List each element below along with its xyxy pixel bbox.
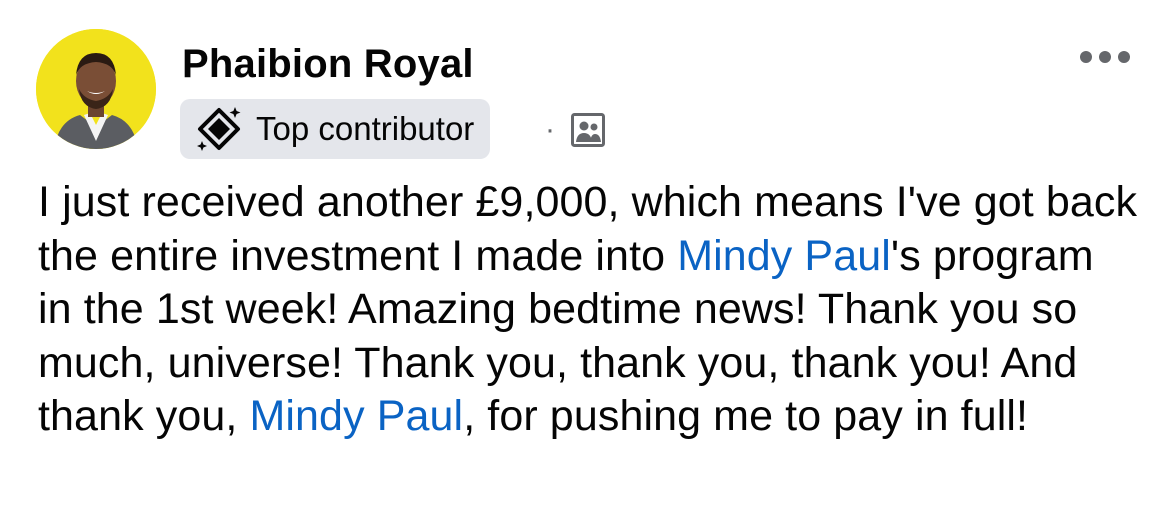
mention-link[interactable]: Mindy Paul: [677, 232, 891, 280]
mention-link[interactable]: Mindy Paul: [249, 392, 463, 440]
diamond-sparkle-icon: [194, 104, 244, 154]
avatar-photo: [36, 29, 156, 149]
group-icon[interactable]: [570, 112, 606, 148]
post-text-segment: , for pushing me to pay in full!: [463, 392, 1029, 440]
avatar[interactable]: [36, 29, 156, 149]
separator-dot: ·: [545, 113, 555, 146]
more-horizontal-icon: [1080, 51, 1092, 63]
more-options-button[interactable]: [1080, 42, 1130, 72]
author-name[interactable]: Phaibion Royal: [182, 40, 474, 88]
top-contributor-badge[interactable]: Top contributor: [180, 99, 491, 159]
badge-label: Top contributor: [256, 110, 475, 147]
post-body: I just received another £9,000, which me…: [38, 176, 1138, 444]
